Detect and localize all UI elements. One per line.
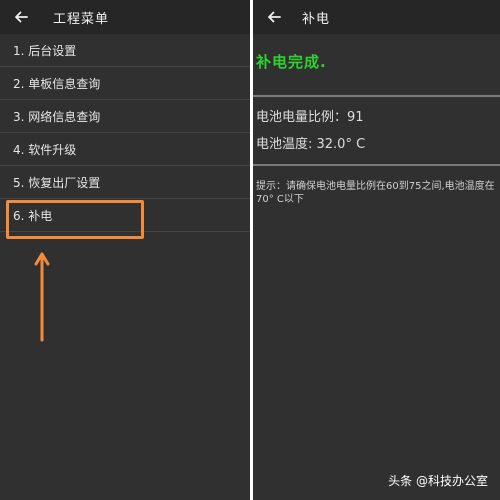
menu-item-software-upgrade[interactable]: 4. 软件升级 xyxy=(0,133,250,166)
page-title: 工程菜单 xyxy=(53,12,110,27)
page-title: 补电 xyxy=(302,12,331,27)
highlight-annotation-box xyxy=(6,200,144,239)
menu-item-label: 3. 网络信息查询 xyxy=(13,109,101,124)
hint-text: 提示：请确保电池电量比例在60到75之间,电池温度在70° C以下 xyxy=(256,181,495,205)
app-bar: 补电 xyxy=(253,0,500,34)
menu-item-network-info[interactable]: 3. 网络信息查询 xyxy=(0,100,250,133)
recharge-status: 补电完成. xyxy=(256,53,327,71)
engineering-menu-screen: 工程菜单 1. 后台设置 2. 单板信息查询 3. 网络信息查询 4. 软件升级… xyxy=(0,0,250,500)
menu-item-label: 1. 后台设置 xyxy=(13,43,77,58)
divider xyxy=(253,164,500,166)
watermark: 头条 @科技办公室 xyxy=(388,474,488,488)
menu-item-label: 4. 软件升级 xyxy=(13,142,77,157)
menu-item-factory-reset[interactable]: 5. 恢复出厂设置 xyxy=(0,166,250,199)
menu-item-backend-settings[interactable]: 1. 后台设置 xyxy=(0,34,250,67)
up-arrow-annotation-icon xyxy=(34,252,50,342)
divider xyxy=(253,95,500,97)
menu-item-board-info[interactable]: 2. 单板信息查询 xyxy=(0,67,250,100)
battery-temperature: 电池温度: 32.0° C xyxy=(256,137,366,152)
back-arrow-icon xyxy=(15,11,28,23)
app-bar: 工程菜单 xyxy=(0,0,250,34)
menu-item-label: 2. 单板信息查询 xyxy=(13,76,101,91)
screenshot-composite: 工程菜单 1. 后台设置 2. 单板信息查询 3. 网络信息查询 4. 软件升级… xyxy=(0,0,500,500)
back-button[interactable] xyxy=(261,4,287,30)
menu-item-label: 5. 恢复出厂设置 xyxy=(13,175,101,190)
recharge-screen: 补电 补电完成. 电池电量比例：91 电池温度: 32.0° C 提示：请确保电… xyxy=(253,0,500,500)
back-button[interactable] xyxy=(8,4,34,30)
back-arrow-icon xyxy=(268,11,281,23)
battery-level-ratio: 电池电量比例：91 xyxy=(256,110,364,125)
